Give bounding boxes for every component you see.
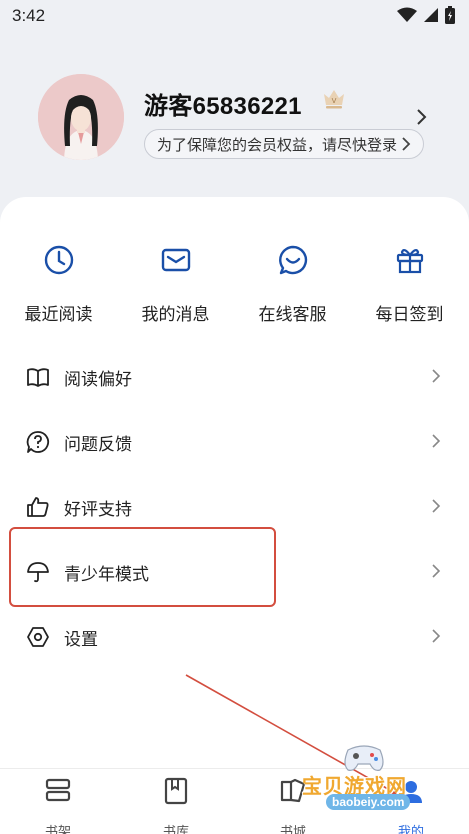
- clock-icon: [44, 245, 73, 275]
- quick-action-label: 每日签到: [375, 305, 444, 324]
- avatar-portrait-icon: [38, 74, 124, 160]
- login-tip-text: 为了保障您的会员权益，请尽快登录: [157, 136, 398, 154]
- quick-action-label: 最近阅读: [24, 305, 93, 324]
- bookshelf-icon: [45, 778, 71, 802]
- quick-action-checkin[interactable]: 每日签到: [351, 244, 468, 325]
- menu-item-label: 问题反馈: [64, 435, 132, 454]
- mail-icon: [161, 248, 190, 272]
- menu-item-feedback[interactable]: 问题反馈: [0, 412, 469, 472]
- tab-library[interactable]: 书库: [146, 777, 206, 834]
- book-icon: [27, 368, 49, 387]
- status-icons: [397, 6, 455, 24]
- crown-icon: V: [324, 90, 344, 109]
- signal-icon: [424, 8, 438, 22]
- watermark: 宝贝游戏网 baobeiy.com: [296, 744, 456, 820]
- tab-label: 书城: [279, 824, 306, 834]
- menu-item-settings[interactable]: 设置: [0, 607, 469, 667]
- quick-action-label: 在线客服: [258, 305, 327, 324]
- gift-icon: [396, 248, 423, 274]
- menu-item-label: 阅读偏好: [64, 370, 132, 389]
- teen-mode-highlight-box: [9, 527, 276, 607]
- status-time: 3:42: [12, 6, 46, 25]
- chevron-right-icon: [432, 629, 441, 643]
- library-icon: [164, 777, 188, 805]
- svg-text:V: V: [332, 97, 337, 105]
- quick-action-messages[interactable]: 我的消息: [117, 244, 234, 325]
- menu-item-reading-preference[interactable]: 阅读偏好: [0, 347, 469, 407]
- avatar[interactable]: [38, 74, 124, 160]
- chevron-right-icon: [432, 434, 441, 448]
- chevron-right-icon: [432, 499, 441, 513]
- tab-label: 书库: [162, 824, 189, 834]
- quick-action-service[interactable]: 在线客服: [234, 244, 351, 325]
- tab-label: 书架: [44, 824, 71, 834]
- thumbs-up-icon: [27, 497, 49, 517]
- watermark-url: baobeiy.com: [326, 794, 411, 810]
- menu-item-label: 设置: [64, 630, 98, 649]
- quick-action-label: 我的消息: [141, 305, 210, 324]
- tab-bookshelf[interactable]: 书架: [28, 777, 88, 834]
- login-tip-button[interactable]: 为了保障您的会员权益，请尽快登录: [144, 129, 425, 159]
- chevron-right-icon: [402, 137, 411, 151]
- wifi-icon: [397, 7, 417, 22]
- chevron-right-icon: [432, 564, 441, 578]
- chat-icon: [278, 245, 307, 275]
- tab-label: 我的: [397, 824, 424, 834]
- battery-icon: [445, 6, 455, 24]
- menu-item-label: 好评支持: [64, 500, 132, 519]
- quick-action-recent[interactable]: 最近阅读: [0, 244, 117, 325]
- chevron-right-icon: [432, 369, 441, 383]
- question-icon: [26, 431, 50, 453]
- settings-icon: [27, 627, 49, 647]
- profile-chevron-icon[interactable]: [416, 108, 428, 126]
- status-bar: 3:42: [0, 0, 469, 34]
- username: 游客65836221: [144, 93, 302, 120]
